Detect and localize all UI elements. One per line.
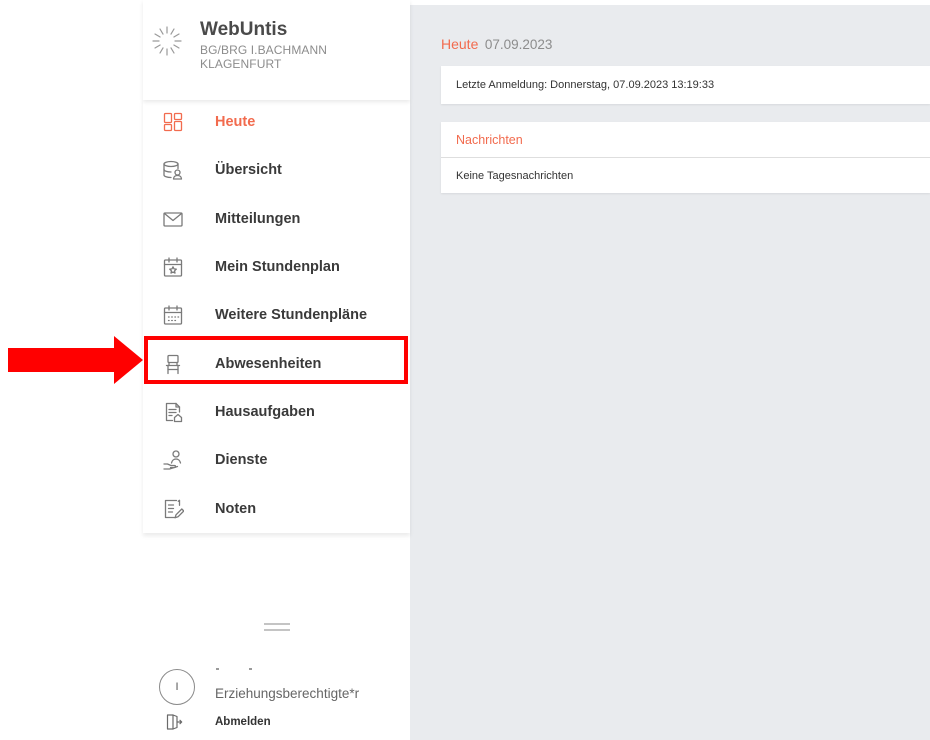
sidebar-item-heute[interactable]: Heute	[143, 98, 410, 146]
avatar-initial: I	[175, 681, 179, 693]
user-role: Erziehungsberechtigte*r	[215, 686, 360, 701]
messages-body: Keine Tagesnachrichten	[441, 158, 930, 193]
sidebar-item-label: Heute	[215, 114, 256, 131]
redacted-user-name	[216, 668, 256, 672]
calendar-star-icon	[162, 256, 184, 278]
drag-handle-icon[interactable]	[264, 623, 290, 631]
sidebar-item-weitere-stundenplaene[interactable]: Weitere Stundenpläne	[143, 291, 410, 339]
school-name-line2: KLAGENFURT	[200, 57, 282, 71]
dashboard-icon	[162, 111, 184, 133]
envelope-icon	[162, 208, 184, 230]
app-name: WebUntis	[200, 19, 288, 40]
messages-card: Nachrichten Keine Tagesnachrichten	[441, 122, 930, 193]
database-user-icon	[162, 159, 184, 181]
sunburst-logo-icon	[152, 26, 182, 56]
page-title-text: Heute	[441, 36, 479, 52]
annotation-highlight-box	[144, 336, 408, 384]
page: WebUntis BG/BRG I.BACHMANN KLAGENFURT He…	[0, 0, 930, 740]
sidebar-item-label: Mitteilungen	[215, 210, 301, 227]
messages-empty-text: Keine Tagesnachrichten	[456, 169, 574, 182]
annotation-arrow-icon	[8, 336, 143, 384]
document-house-icon	[162, 401, 184, 423]
logout-button[interactable]: Abmelden	[165, 712, 271, 732]
last-login-card: Letzte Anmeldung: Donnerstag, 07.09.2023…	[441, 66, 930, 104]
sidebar-item-label: Übersicht	[215, 162, 282, 179]
sidebar-item-label: Mein Stundenplan	[215, 259, 340, 276]
messages-header: Nachrichten	[441, 122, 930, 158]
sidebar-item-hausaufgaben[interactable]: Hausaufgaben	[143, 388, 410, 436]
page-title: Heute 07.09.2023	[441, 36, 552, 54]
person-hand-icon	[162, 449, 184, 471]
school-name-line1: BG/BRG I.BACHMANN	[200, 43, 328, 57]
calendar-grid-icon	[162, 304, 184, 326]
sidebar-item-mein-stundenplan[interactable]: Mein Stundenplan	[143, 243, 410, 291]
page-title-date: 07.09.2023	[484, 37, 553, 52]
sidebar-item-label: Noten	[215, 500, 257, 517]
logout-door-icon	[165, 713, 183, 731]
logout-label: Abmelden	[215, 716, 271, 728]
avatar[interactable]: I	[159, 669, 195, 705]
document-pencil-icon	[162, 498, 184, 520]
sidebar-header: WebUntis BG/BRG I.BACHMANN KLAGENFURT	[143, 0, 410, 100]
last-login-text: Letzte Anmeldung: Donnerstag, 07.09.2023…	[456, 79, 715, 91]
sidebar-item-dienste[interactable]: Dienste	[143, 436, 410, 484]
main-content: Heute 07.09.2023 Letzte Anmeldung: Donne…	[410, 5, 930, 740]
sidebar-nav: Heute Übersicht Mitteilungen Mein Stunde…	[143, 98, 410, 533]
sidebar-item-mitteilungen[interactable]: Mitteilungen	[143, 195, 410, 243]
messages-title: Nachrichten	[456, 132, 523, 147]
sidebar-item-noten[interactable]: Noten	[143, 484, 410, 532]
sidebar-item-uebersicht[interactable]: Übersicht	[143, 146, 410, 194]
sidebar-item-label: Dienste	[215, 452, 268, 469]
sidebar-item-label: Hausaufgaben	[215, 403, 315, 420]
sidebar-item-label: Weitere Stundenpläne	[215, 307, 368, 324]
